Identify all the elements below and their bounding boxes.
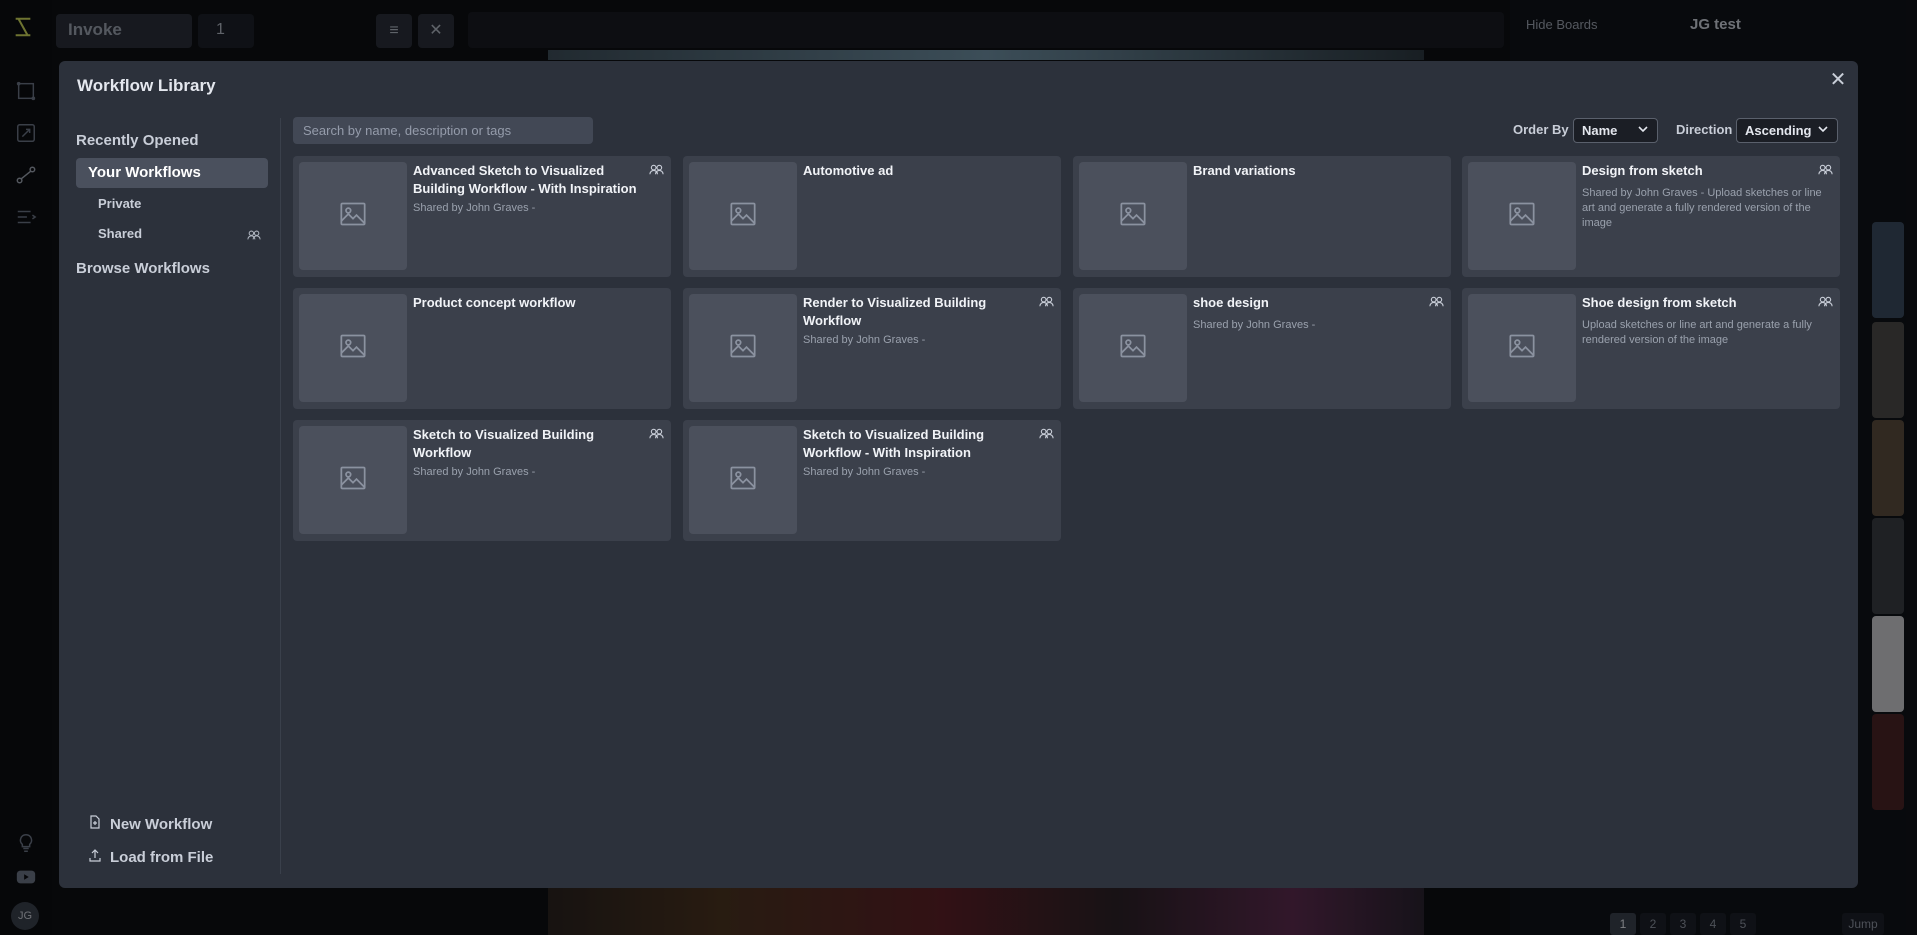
workflow-thumbnail: [1468, 162, 1576, 270]
workflow-sidebar: Recently Opened Your Workflows Private S…: [59, 118, 281, 874]
load-from-file-button[interactable]: Load from File: [88, 848, 213, 866]
image-placeholder-icon: [339, 464, 367, 497]
workflow-description: Shared by John Graves -: [413, 466, 536, 478]
workflow-title: Automotive ad: [803, 163, 894, 178]
workflow-card[interactable]: shoe design Shared by John Graves -: [1073, 288, 1451, 409]
workflow-card[interactable]: Shoe design from sketch Upload sketches o…: [1462, 288, 1840, 409]
direction-select[interactable]: Ascending: [1736, 118, 1838, 143]
workflow-title: Design from sketch: [1582, 163, 1703, 178]
shared-users-icon: [649, 163, 664, 176]
workflow-card[interactable]: Advanced Sketch to Visualized Building W…: [293, 156, 671, 277]
sidebar-item-recently-opened[interactable]: Recently Opened: [76, 132, 199, 149]
users-icon: [247, 228, 261, 240]
image-placeholder-icon: [1119, 332, 1147, 365]
workflow-description: Shared by John Graves - Upload sketches …: [1582, 187, 1822, 229]
direction-value: Ascending: [1745, 123, 1812, 138]
workflow-title: Advanced Sketch to Visualized Building W…: [413, 163, 637, 196]
workflow-thumbnail: [1079, 162, 1187, 270]
workflow-description: Shared by John Graves -: [413, 202, 536, 214]
new-workflow-button[interactable]: New Workflow: [88, 815, 212, 833]
workflow-card[interactable]: Design from sketch Shared by John Graves …: [1462, 156, 1840, 277]
file-icon: [88, 815, 102, 833]
image-placeholder-icon: [339, 332, 367, 365]
workflow-title: shoe design: [1193, 295, 1269, 310]
shared-users-icon: [1039, 295, 1054, 308]
upload-icon: [88, 848, 102, 866]
workflow-thumbnail: [299, 294, 407, 402]
workflow-title: Sketch to Visualized Building Workflow -…: [803, 427, 985, 460]
workflow-title: Brand variations: [1193, 163, 1296, 178]
workflow-card[interactable]: Sketch to Visualized Building Workflow Sh…: [293, 420, 671, 541]
image-placeholder-icon: [729, 332, 757, 365]
workflow-card[interactable]: Automotive ad: [683, 156, 1061, 277]
workflow-thumbnail: [689, 294, 797, 402]
workflow-description: Shared by John Graves -: [803, 466, 926, 478]
modal-title: Workflow Library: [77, 76, 216, 95]
direction-label: Direction: [1676, 122, 1733, 137]
load-from-file-label: Load from File: [110, 848, 214, 866]
workflow-card[interactable]: Product concept workflow: [293, 288, 671, 409]
image-placeholder-icon: [1119, 200, 1147, 233]
image-placeholder-icon: [729, 464, 757, 497]
workflow-thumbnail: [1468, 294, 1576, 402]
new-workflow-label: New Workflow: [110, 815, 213, 833]
image-placeholder-icon: [729, 200, 757, 233]
workflow-card[interactable]: Brand variations: [1073, 156, 1451, 277]
close-icon[interactable]: ✕: [1828, 70, 1848, 91]
sidebar-item-shared[interactable]: Shared: [98, 226, 142, 241]
sidebar-item-private[interactable]: Private: [98, 196, 141, 211]
sidebar-item-browse-workflows[interactable]: Browse Workflows: [76, 260, 210, 277]
image-placeholder-icon: [339, 200, 367, 233]
workflow-title: Sketch to Visualized Building Workflow: [413, 427, 595, 460]
workflow-thumbnail: [689, 426, 797, 534]
shared-users-icon: [649, 427, 664, 440]
shared-users-icon: [1818, 295, 1833, 308]
order-by-select[interactable]: Name: [1573, 118, 1658, 143]
shared-users-icon: [1818, 163, 1833, 176]
order-by-label: Order By: [1513, 122, 1569, 137]
sidebar-item-your-workflows[interactable]: Your Workflows: [76, 158, 268, 188]
image-placeholder-icon: [1508, 200, 1536, 233]
workflow-thumbnail: [689, 162, 797, 270]
workflow-thumbnail: [1079, 294, 1187, 402]
workflow-library-modal: Workflow Library ✕ Recently Opened Your …: [59, 61, 1858, 888]
workflow-card[interactable]: Sketch to Visualized Building Workflow -…: [683, 420, 1061, 541]
workflow-title: Render to Visualized Building Workflow: [803, 295, 987, 328]
workflow-thumbnail: [299, 162, 407, 270]
search-input[interactable]: [293, 117, 593, 144]
workflow-description: Upload sketches or line art and generate…: [1582, 319, 1812, 346]
order-by-value: Name: [1582, 123, 1618, 138]
chevron-down-icon: [1817, 123, 1829, 138]
workflow-description: Shared by John Graves -: [1193, 319, 1316, 331]
image-placeholder-icon: [1508, 332, 1536, 365]
workflow-title: Product concept workflow: [413, 295, 576, 310]
chevron-down-icon: [1637, 123, 1649, 138]
workflow-thumbnail: [299, 426, 407, 534]
workflow-description: Shared by John Graves -: [803, 334, 926, 346]
shared-users-icon: [1429, 295, 1444, 308]
workflow-card[interactable]: Render to Visualized Building Workflow Sh…: [683, 288, 1061, 409]
shared-users-icon: [1039, 427, 1054, 440]
workflow-title: Shoe design from sketch: [1582, 295, 1737, 310]
